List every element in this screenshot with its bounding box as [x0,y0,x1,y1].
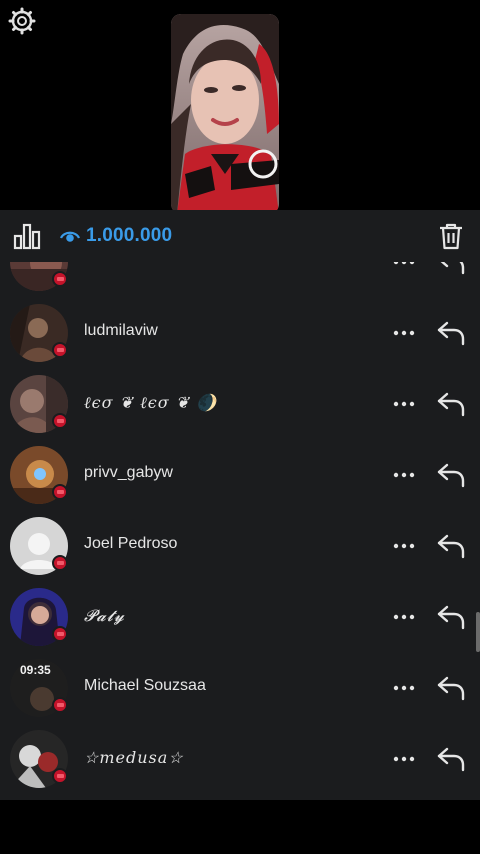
more-dots-icon[interactable] [392,679,416,697]
viewer-name[interactable]: 𝓟𝓪𝓽𝔂 [84,606,125,626]
live-badge [52,626,68,642]
live-badge [52,484,68,500]
list-item[interactable]: ludmilaviw [0,298,480,369]
gear-icon[interactable] [8,7,36,35]
live-badge [52,555,68,571]
reply-arrow-icon[interactable] [436,603,466,631]
list-item[interactable]: Joel Pedroso [0,511,480,582]
viewer-name[interactable]: privv_gabyw [84,464,173,482]
bottom-area [0,800,480,854]
more-dots-icon[interactable] [392,395,416,413]
reply-arrow-icon[interactable] [436,532,466,560]
viewer-name[interactable]: ☆medusa☆ [84,748,184,767]
list-item[interactable]: ☆medusa☆ [0,724,480,795]
list-item[interactable]: 𝓟𝓪𝓽𝔂 [0,582,480,653]
viewer-name[interactable]: ludmilaviw [84,322,158,340]
list-item[interactable]: privv_gabyw [0,440,480,511]
more-dots-icon[interactable] [392,537,416,555]
live-video-thumbnail[interactable] [171,14,279,214]
more-dots-icon[interactable] [392,324,416,342]
list-item[interactable]: ℓєσ ❦ ℓєσ ❦ 🌒 [0,369,480,440]
viewer-list: ludmilaviw ℓєσ ❦ ℓєσ ❦ 🌒 privv_gabyw Joe… [0,262,480,800]
reply-arrow-icon[interactable] [436,674,466,702]
more-dots-icon[interactable] [392,262,416,271]
viewer-name[interactable]: Michael Souzsaa [84,677,206,695]
trash-icon[interactable] [438,222,464,250]
reply-arrow-icon[interactable] [436,262,466,276]
more-dots-icon[interactable] [392,466,416,484]
panel-toolbar: 1.000.000 [0,210,480,262]
live-badge [52,271,68,287]
list-scrollbar[interactable] [476,612,480,652]
live-badge [52,342,68,358]
reply-arrow-icon[interactable] [436,319,466,347]
viewer-count: 1.000.000 [86,225,173,246]
live-badge [52,768,68,784]
viewer-name[interactable]: Joel Pedroso [84,535,177,553]
list-item[interactable]: 09:35 Michael Souzsaa [0,653,480,724]
list-item[interactable] [0,262,480,298]
viewer-name[interactable]: ℓєσ ❦ ℓєσ ❦ 🌒 [84,393,217,413]
bar-chart-icon[interactable] [12,222,42,250]
reply-arrow-icon[interactable] [436,745,466,773]
viewer-counter: 1.000.000 [60,224,172,248]
eye-icon [60,231,80,242]
top-area [0,0,480,214]
more-dots-icon[interactable] [392,608,416,626]
live-viewers-panel: 1.000.000 ludmilaviw ℓєσ ❦ ℓєσ ❦ 🌒 privv… [0,210,480,800]
reply-arrow-icon[interactable] [436,461,466,489]
reply-arrow-icon[interactable] [436,390,466,418]
live-badge [52,413,68,429]
more-dots-icon[interactable] [392,750,416,768]
avatar-time-label: 09:35 [20,663,51,677]
live-badge [52,697,68,713]
